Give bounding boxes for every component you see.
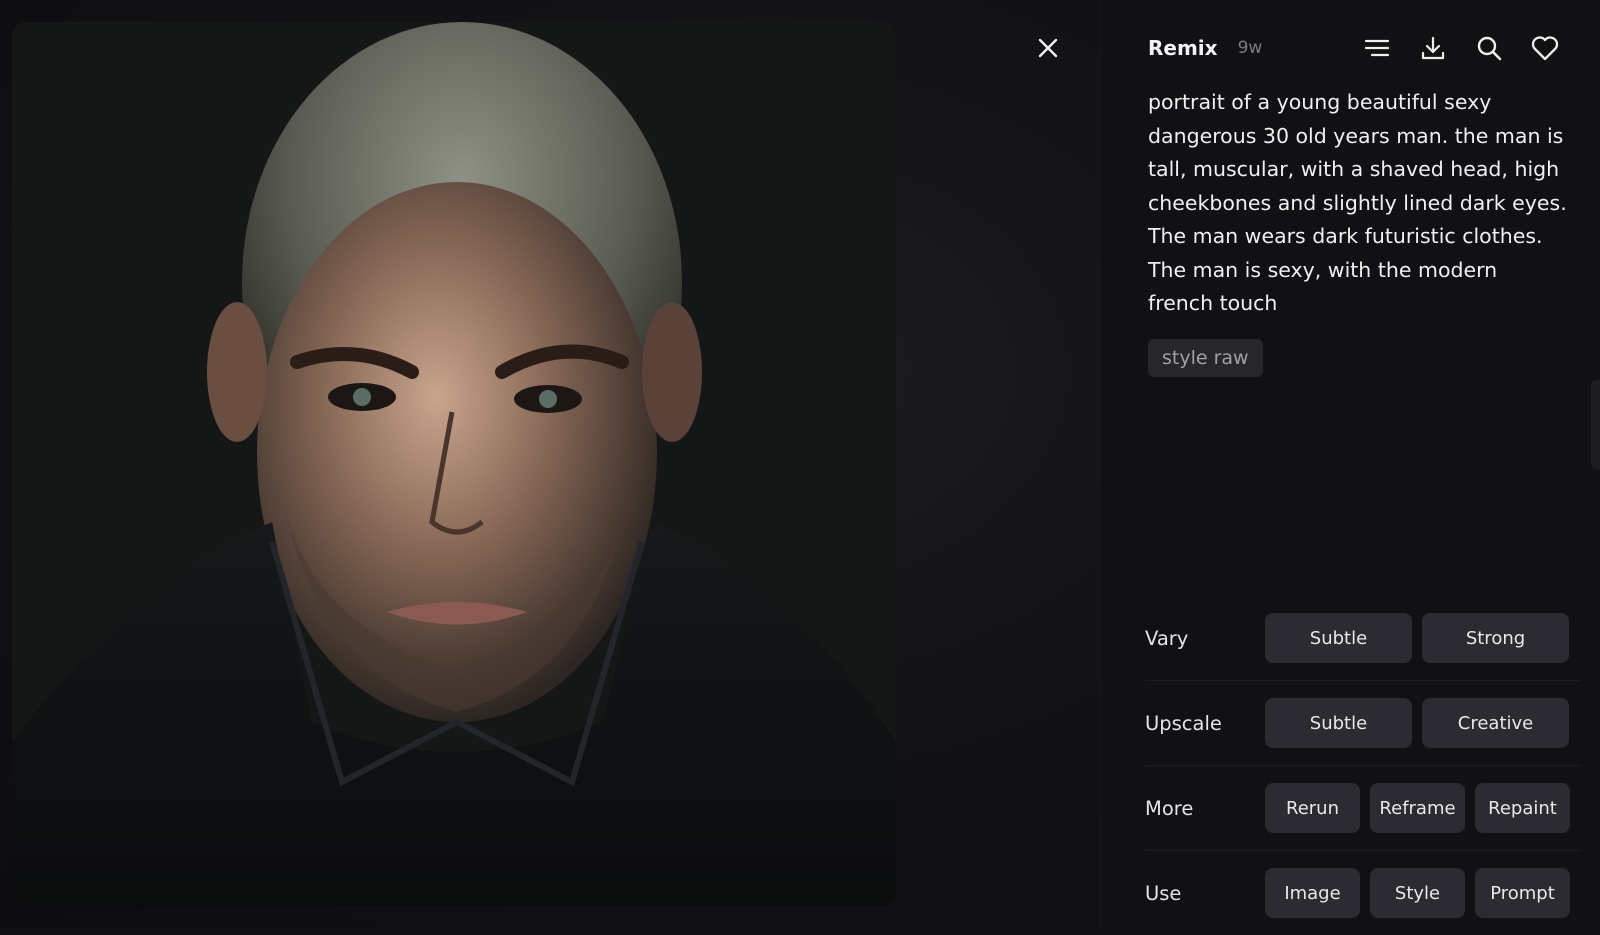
details-panel: Remix 9w portrait of a young beautiful s…: [1100, 0, 1600, 928]
more-label: More: [1145, 796, 1194, 820]
upscale-creative-button[interactable]: Creative: [1422, 698, 1569, 748]
close-button[interactable]: [1030, 30, 1066, 66]
toolbar: [1361, 32, 1561, 64]
vary-strong-button[interactable]: Strong: [1422, 613, 1569, 663]
heart-icon: [1531, 36, 1559, 61]
options-button[interactable]: [1361, 32, 1393, 64]
panel-header: Remix 9w: [1148, 30, 1561, 66]
use-label: Use: [1145, 881, 1182, 905]
style-tag[interactable]: style raw: [1148, 339, 1263, 377]
portrait-image: [12, 22, 896, 906]
download-button[interactable]: [1417, 32, 1449, 64]
vary-label: Vary: [1145, 626, 1189, 650]
menu-icon: [1364, 39, 1390, 57]
scroll-handle[interactable]: [1591, 380, 1600, 470]
upscale-row: Upscale Subtle Creative: [1145, 681, 1581, 766]
close-icon: [1038, 38, 1058, 58]
reframe-button[interactable]: Reframe: [1370, 783, 1465, 833]
vary-row: Vary Subtle Strong: [1145, 596, 1581, 681]
upscale-label: Upscale: [1145, 711, 1222, 735]
image-stage: [0, 0, 1100, 928]
more-row: More Rerun Reframe Repaint: [1145, 766, 1581, 851]
repaint-button[interactable]: Repaint: [1475, 783, 1570, 833]
use-style-button[interactable]: Style: [1370, 868, 1465, 918]
search-button[interactable]: [1473, 32, 1505, 64]
vary-subtle-button[interactable]: Subtle: [1265, 613, 1412, 663]
generated-image[interactable]: [12, 22, 896, 906]
rerun-button[interactable]: Rerun: [1265, 783, 1360, 833]
panel-title: Remix: [1148, 36, 1218, 60]
use-row: Use Image Style Prompt: [1145, 851, 1581, 935]
prompt-text: portrait of a young beautiful sexy dange…: [1148, 90, 1567, 315]
upscale-subtle-button[interactable]: Subtle: [1265, 698, 1412, 748]
search-icon: [1477, 36, 1502, 61]
action-panel: Vary Subtle Strong Upscale Subtle Creati…: [1145, 596, 1581, 935]
post-age: 9w: [1237, 38, 1263, 58]
like-button[interactable]: [1529, 32, 1561, 64]
use-prompt-button[interactable]: Prompt: [1475, 868, 1570, 918]
use-image-button[interactable]: Image: [1265, 868, 1360, 918]
download-icon: [1421, 36, 1445, 60]
